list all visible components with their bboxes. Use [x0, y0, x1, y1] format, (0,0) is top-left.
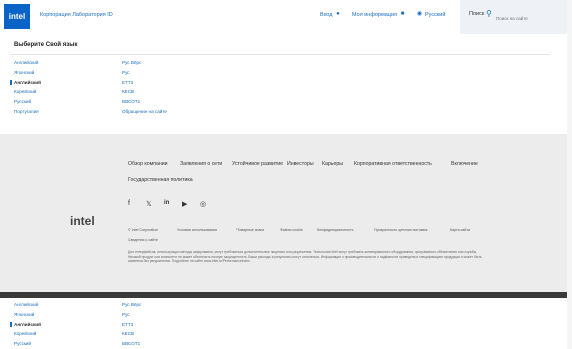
footer-disclaimer: Для интерфейсов, использующих методы шиф… — [128, 250, 482, 264]
my-info-label: Моя информация — [352, 11, 398, 18]
language-option-label[interactable]: Португалия — [14, 109, 39, 114]
language-option-value[interactable]: Обращение на сайте — [122, 109, 167, 114]
vertical-scrollbar[interactable] — [567, 0, 572, 349]
site-footer — [0, 134, 572, 292]
cookie-section-title: Выберите Свой язык — [14, 42, 78, 48]
youtube-icon[interactable]: ▶ — [182, 200, 187, 208]
language-option-label[interactable]: Английский — [14, 302, 38, 307]
language-option-value[interactable]: КЕСВ — [122, 331, 134, 336]
language-option-value[interactable]: ЕТТ3 — [122, 322, 133, 327]
legal-link[interactable]: Прозрачность цепочки поставок — [374, 228, 427, 232]
site-header: intel Корпорация Лаборатория ID Вход ● М… — [0, 0, 572, 34]
footer-link[interactable]: Устойчивое развитие — [232, 161, 283, 167]
x-icon[interactable]: 𝕏 — [146, 200, 152, 208]
language-option-value[interactable]: Рус — [122, 312, 130, 317]
legal-link[interactable]: Карта сайта — [450, 228, 470, 232]
footer-link[interactable]: Карьеры — [322, 161, 343, 167]
legal-link[interactable]: Условия использования — [177, 228, 217, 232]
language-option-label[interactable]: Английский — [14, 322, 41, 327]
globe-icon: ◉ — [416, 11, 423, 17]
wechat-icon[interactable]: ◎ — [200, 200, 206, 208]
language-option-value[interactable]: Рус — [122, 70, 130, 75]
language-option-label[interactable]: Корейский — [14, 331, 36, 336]
selected-marker — [10, 79, 12, 85]
footer-link[interactable]: Инвесторы — [287, 161, 314, 167]
language-option-value[interactable]: ВВСОТ1 — [122, 341, 140, 346]
footer-link[interactable]: Государственная политика — [128, 177, 193, 183]
site-title-link[interactable]: Корпорация Лаборатория ID — [40, 12, 113, 18]
language-option-value[interactable]: ВВСОТ1 — [122, 99, 140, 104]
user-icon: ● — [336, 11, 340, 17]
intel-logo[interactable]: intel — [4, 4, 30, 29]
legal-link[interactable]: Файлы cookie — [280, 228, 303, 232]
footer-link[interactable]: Корпоративная ответственность — [354, 161, 432, 167]
language-label: Русский — [425, 11, 446, 18]
person-icon: ■ — [400, 11, 405, 17]
footer-link[interactable]: Заявления о сети — [180, 161, 222, 167]
language-option-label[interactable]: Русский — [14, 341, 31, 346]
page: intel Корпорация Лаборатория ID Вход ● М… — [0, 0, 572, 349]
search-input[interactable] — [496, 13, 566, 23]
language-option-label[interactable]: Русский — [14, 99, 31, 104]
section-divider — [10, 54, 550, 55]
language-option-label[interactable]: Японский — [14, 312, 34, 317]
selected-marker — [10, 321, 12, 327]
search-icon[interactable]: ⚲ — [486, 9, 492, 18]
login-link[interactable]: Вход ● — [320, 11, 341, 18]
legal-link[interactable]: Сведения о сайте — [128, 238, 158, 242]
legal-link[interactable]: *Товарные знаки — [236, 228, 264, 232]
language-option-value[interactable]: КЕСВ — [122, 89, 134, 94]
linkedin-icon[interactable]: in — [164, 200, 169, 206]
screen-divider — [0, 292, 572, 298]
language-option-value[interactable]: Рус Вёрс — [122, 302, 141, 307]
footer-intel-logo[interactable]: intel — [70, 214, 95, 228]
language-selector[interactable]: ◉ Русский — [416, 11, 446, 18]
language-option-label[interactable]: Японский — [14, 70, 34, 75]
language-option-label[interactable]: Корейский — [14, 89, 36, 94]
language-option-value[interactable]: ЕТТ3 — [122, 80, 133, 85]
language-option-value[interactable]: Рус Вёрс — [122, 60, 141, 65]
footer-link[interactable]: Включение — [451, 161, 478, 167]
language-option-label[interactable]: Английский — [14, 80, 41, 85]
login-label: Вход — [320, 11, 333, 18]
legal-link[interactable]: © Intel Corporation — [128, 228, 158, 232]
language-option-label[interactable]: Английский — [14, 60, 38, 65]
my-info-link[interactable]: Моя информация ■ — [352, 11, 406, 18]
search-label: Поиск — [469, 11, 485, 17]
footer-link[interactable]: Обзор компании — [128, 161, 168, 167]
legal-link[interactable]: Конфиденциальность — [317, 228, 353, 232]
facebook-icon[interactable]: f — [128, 200, 130, 207]
